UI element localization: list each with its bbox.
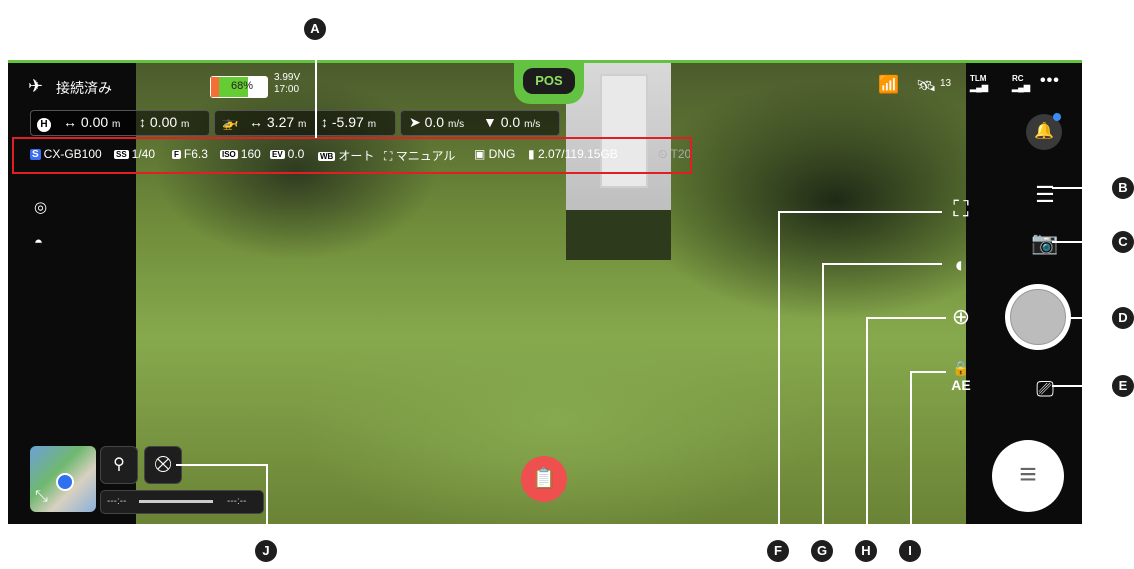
callout-d: D [1112,307,1134,329]
callout-f: F [767,540,789,562]
flight-mode-button[interactable]: POS [523,68,575,94]
callout-g: G [811,540,833,562]
drone-position-marker [56,473,74,491]
drone-horizontal-distance: ↔ 3.27 m [249,114,307,130]
attitude-icon[interactable]: ◓ [34,234,43,251]
more-button[interactable]: ••• [1040,72,1060,90]
gimbal-icon[interactable]: ◐ [946,252,976,278]
timeline-start: ---:-- [107,496,127,507]
home-distance-box: H ↔ 0.00 m ↕ 0.00 m [30,110,210,136]
battery-percent: 68% [231,80,254,92]
top-accent-line [8,60,1082,63]
drone-vertical-distance: ↕ -5.97 m [321,114,377,130]
wall-background [566,210,671,260]
notification-button[interactable]: 🔔 [1026,113,1062,150]
flight-timeline[interactable]: ---:-- ---:-- [100,490,264,514]
rc-signal: RC ▂▄▆ [1012,74,1030,92]
callout-h: H [855,540,877,562]
battery-voltage-time: 3.99V 17:00 [274,72,301,95]
callout-j: J [255,540,277,562]
horizontal-speed: ➤ 0.0 m/s [409,114,465,130]
sliders-icon[interactable]: ☰ [1030,182,1060,208]
bell-icon: 🔔 [1034,123,1054,140]
satellite-count: 13 [940,78,952,89]
notification-badge [1053,113,1061,121]
callout-e: E [1112,375,1134,397]
drone-distance-box: 🚁 ↔ 3.27 m ↕ -5.97 m [214,110,396,136]
checklist-button[interactable]: 📋 [521,456,567,502]
callout-b: B [1112,177,1134,199]
status-bar: ✈ 接続済み 68% 3.99V 17:00 POS 📶 🛰 13 TLM ▂▄▆… [8,60,1082,104]
home-vertical-distance: ↕ 0.00 m [139,114,190,130]
radar-icon[interactable]: ◎ [34,198,47,216]
app-screen: ✈ 接続済み 68% 3.99V 17:00 POS 📶 🛰 13 TLM ▂▄▆… [8,60,1082,524]
timeline-bar[interactable] [139,500,213,503]
flight-mode-tab: POS [514,60,584,104]
connection-status: 接続済み [56,80,112,96]
timeline-end: ---:-- [227,496,247,507]
drone-small-icon: 🚁 [221,114,239,130]
satellite-icon: 🛰 [916,78,937,95]
main-menu-button[interactable]: ≡ [992,440,1064,512]
menu-icon: ≡ [1019,458,1037,491]
ae-lock-icon[interactable]: 🔒AE [946,360,976,393]
home-icon: H [37,118,51,132]
location-pin-icon[interactable]: ⚲ [100,446,138,484]
callout-a: A [304,18,326,40]
cast-icon[interactable]: ⎚ [1030,376,1060,402]
highlight-rectangle [12,137,692,174]
focus-icon[interactable]: ⛶ [946,196,976,222]
checklist-icon: 📋 [531,468,557,490]
wifi-icon: 📶 [878,75,900,94]
callout-c: C [1112,231,1134,253]
speed-box: ➤ 0.0 m/s ▼ 0.0 m/s [400,110,560,136]
battery-indicator[interactable]: 68% [210,76,268,98]
minimap[interactable]: ⤡ [30,446,96,512]
callout-i: I [899,540,921,562]
drone-icon: ✈ [28,76,44,96]
camera-icon[interactable]: 📷 [1030,230,1060,256]
home-horizontal-distance: ↔ 0.00 m [63,114,121,130]
zoom-in-icon[interactable]: ⊕ [946,304,976,330]
shutter-button[interactable] [1005,284,1071,350]
expand-icon[interactable]: ⤡ [35,488,48,506]
tlm-signal: TLM ▂▄▆ [970,74,988,92]
vertical-speed: ▼ 0.0 m/s [483,114,541,130]
